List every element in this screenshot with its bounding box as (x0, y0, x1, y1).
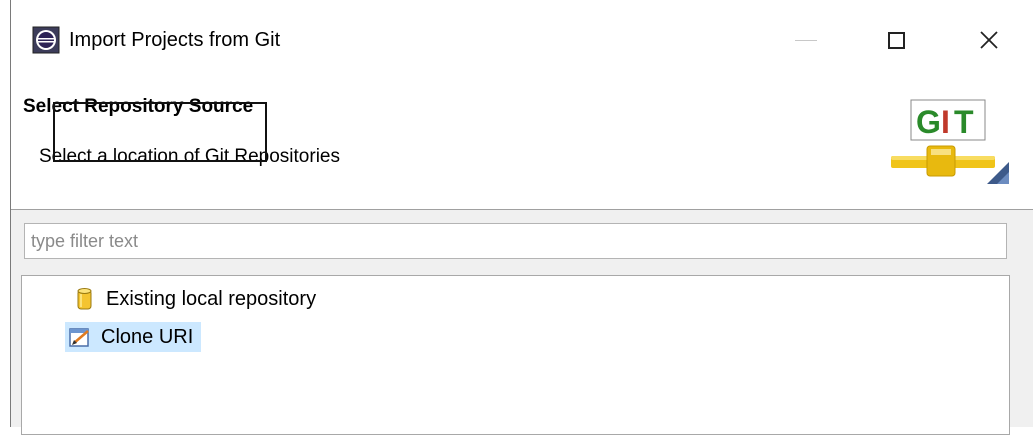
minimize-icon (795, 39, 817, 41)
svg-text:T: T (954, 104, 974, 140)
title-bar: Import Projects from Git (11, 0, 1033, 78)
tree-item-clone-uri[interactable]: Clone URI (65, 322, 202, 352)
filter-input[interactable] (24, 223, 1007, 259)
maximize-button[interactable] (871, 18, 921, 62)
maximize-icon (887, 31, 905, 49)
git-logo-icon: G I T (891, 99, 1009, 184)
window-title: Import Projects from Git (69, 29, 281, 51)
repository-cylinder-icon (77, 288, 92, 310)
page-title: Select Repository Source (23, 96, 254, 117)
wizard-banner: Select Repository Source Select a locati… (11, 78, 1033, 210)
svg-text:G: G (916, 104, 941, 140)
wizard-body: Existing local repository Clone URI (11, 210, 1033, 435)
svg-text:I: I (941, 104, 950, 140)
tree-item-existing-local-repository[interactable]: Existing local repository (74, 284, 316, 314)
eclipse-icon (32, 26, 60, 54)
clone-uri-icon (69, 328, 89, 347)
repository-source-tree: Existing local repository Clone URI (21, 275, 1010, 435)
minimize-button[interactable] (781, 18, 831, 62)
page-description: Select a location of Git Repositories (39, 146, 340, 167)
tree-item-label: Existing local repository (106, 287, 317, 310)
tree-item-label: Clone URI (101, 325, 194, 348)
import-dialog: Import Projects from Git Select Reposito… (10, 0, 1033, 435)
close-button[interactable] (964, 18, 1014, 62)
close-icon (980, 31, 998, 49)
